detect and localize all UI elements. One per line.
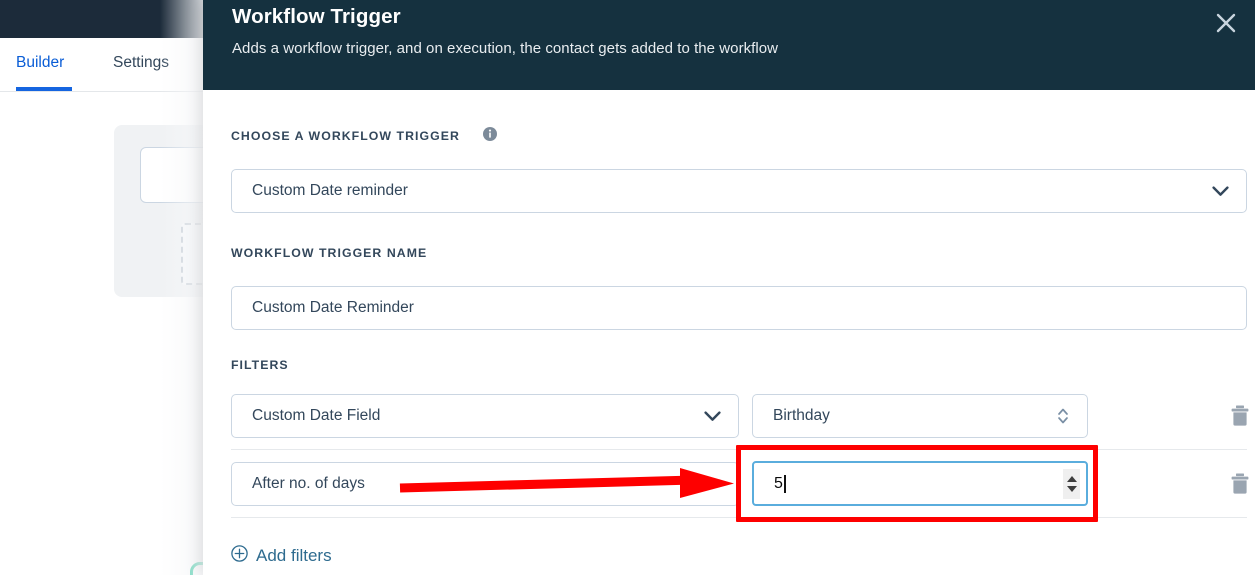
filter-row-1-delete-button[interactable]: [1229, 404, 1251, 428]
background-dim-overlay: [160, 0, 204, 575]
trash-icon: [1229, 404, 1251, 428]
modal-body: CHOOSE A WORKFLOW TRIGGER Custom Date re…: [203, 90, 1255, 575]
trigger-name-label: WORKFLOW TRIGGER NAME: [231, 246, 427, 260]
filters-label: FILTERS: [231, 358, 289, 372]
choose-trigger-label: CHOOSE A WORKFLOW TRIGGER: [231, 129, 460, 143]
screen-root: Builder Settings Workflow Trigger Adds a…: [0, 0, 1255, 575]
trash-icon: [1229, 472, 1251, 496]
plus-circle-icon: [231, 545, 248, 567]
close-icon: [1215, 12, 1237, 34]
modal-title: Workflow Trigger: [232, 5, 401, 29]
close-button[interactable]: [1208, 5, 1244, 41]
active-tab-underline: [16, 87, 72, 91]
filter-row-1-condition-select[interactable]: Custom Date Field: [231, 394, 739, 438]
modal-header: Workflow Trigger Adds a workflow trigger…: [203, 0, 1255, 90]
filter-row-divider: [231, 517, 1247, 518]
stepper-up-arrow[interactable]: [1067, 476, 1077, 482]
filter-row-2-value-input[interactable]: 5: [752, 461, 1088, 506]
add-filters-button[interactable]: Add filters: [231, 545, 332, 567]
info-icon[interactable]: [483, 127, 497, 141]
workflow-trigger-modal: Workflow Trigger Adds a workflow trigger…: [203, 0, 1255, 575]
filter-row-2-condition-select[interactable]: After no. of days: [231, 462, 739, 506]
tab-builder[interactable]: Builder: [16, 54, 64, 72]
add-filters-label: Add filters: [256, 546, 332, 566]
filter-row-2-delete-button[interactable]: [1229, 472, 1251, 496]
chevron-down-icon: [704, 411, 721, 422]
filter-row-1-condition-value: Custom Date Field: [232, 407, 380, 425]
text-cursor: [784, 475, 786, 493]
chevron-down-icon: [1212, 186, 1229, 197]
number-stepper-icon[interactable]: [1063, 469, 1080, 499]
workflow-trigger-select[interactable]: Custom Date reminder: [231, 169, 1247, 213]
stepper-down-arrow[interactable]: [1067, 486, 1077, 492]
filter-row-2-value: 5: [754, 475, 783, 493]
chevron-updown-icon: [1057, 406, 1069, 426]
trigger-name-input[interactable]: Custom Date Reminder: [231, 286, 1247, 330]
filter-row-2-condition-value: After no. of days: [232, 475, 365, 493]
chevron-down-icon: [704, 479, 721, 490]
filter-row-divider: [231, 449, 1247, 450]
workflow-trigger-selected-value: Custom Date reminder: [232, 182, 408, 200]
modal-subtitle: Adds a workflow trigger, and on executio…: [232, 40, 778, 57]
filter-row-1-value-select[interactable]: Birthday: [752, 394, 1088, 438]
filter-row-1-value: Birthday: [753, 407, 830, 425]
